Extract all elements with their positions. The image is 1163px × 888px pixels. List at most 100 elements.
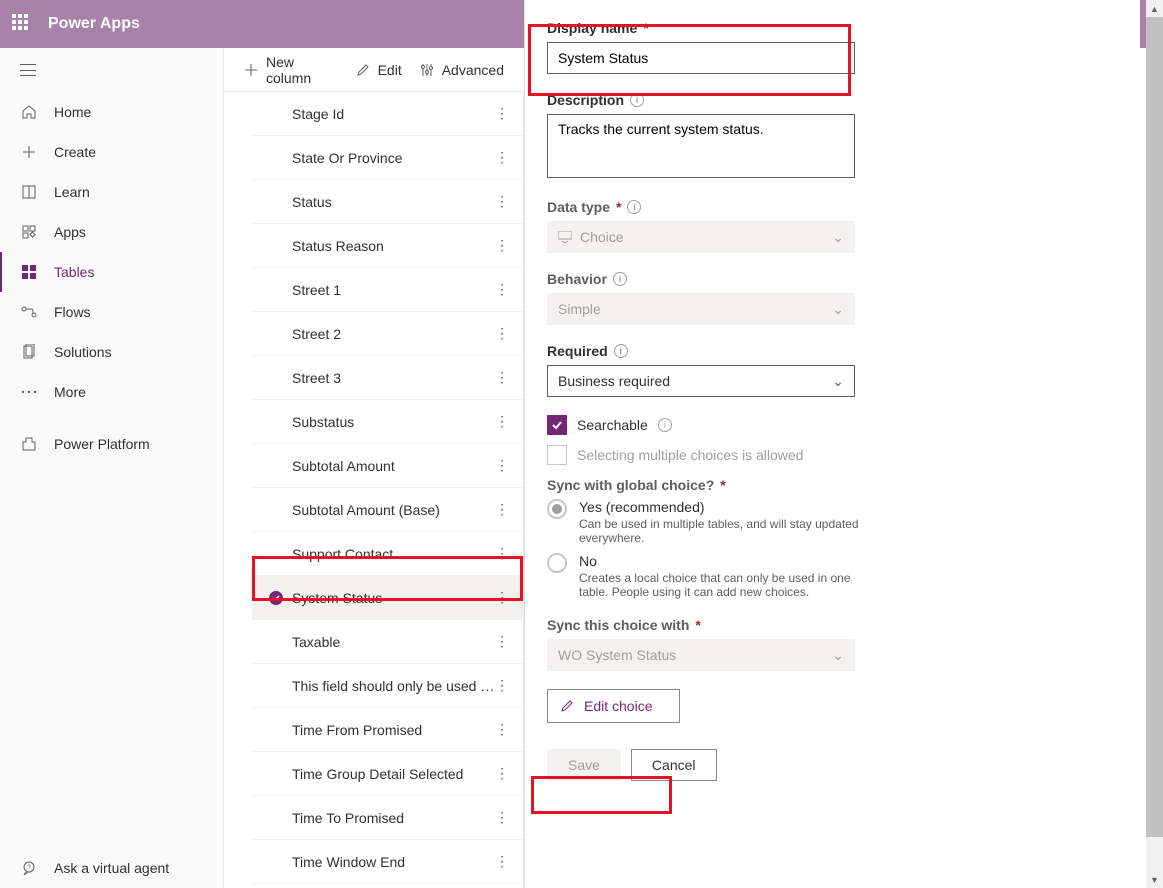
row-menu-icon[interactable]: ⋮ xyxy=(495,765,511,782)
pencil-icon xyxy=(560,699,574,713)
data-type-dropdown: Choice ⌄ xyxy=(547,221,855,253)
column-row[interactable]: Time Window End⋮ xyxy=(252,840,523,884)
info-icon[interactable]: i xyxy=(614,344,628,358)
column-row[interactable]: Support Contact⋮ xyxy=(252,532,523,576)
row-menu-icon[interactable]: ⋮ xyxy=(495,193,511,210)
column-row[interactable]: Substatus⋮ xyxy=(252,400,523,444)
required-dropdown[interactable]: Business required ⌄ xyxy=(547,365,855,397)
row-menu-icon[interactable]: ⋮ xyxy=(495,457,511,474)
column-label: Subtotal Amount xyxy=(292,458,495,474)
sync-yes-radio xyxy=(547,499,567,519)
nav-home[interactable]: Home xyxy=(0,92,223,132)
row-menu-icon[interactable]: ⋮ xyxy=(495,281,511,298)
new-column-button[interactable]: New column xyxy=(244,54,338,86)
column-row[interactable]: Status Reason⋮ xyxy=(252,224,523,268)
waffle-icon[interactable] xyxy=(12,14,32,34)
display-name-input[interactable] xyxy=(547,42,855,74)
column-row[interactable]: Street 3⋮ xyxy=(252,356,523,400)
row-check-icon xyxy=(268,590,292,606)
column-label: State Or Province xyxy=(292,150,495,166)
chevron-down-icon: ⌄ xyxy=(832,647,844,664)
row-menu-icon[interactable]: ⋮ xyxy=(495,633,511,650)
row-menu-icon[interactable]: ⋮ xyxy=(495,237,511,254)
column-row[interactable]: Time To Promised⋮ xyxy=(252,796,523,840)
nav-more[interactable]: More xyxy=(0,372,223,412)
row-menu-icon[interactable]: ⋮ xyxy=(495,677,511,694)
row-menu-icon[interactable]: ⋮ xyxy=(495,501,511,518)
scrollbar-thumb[interactable] xyxy=(1146,17,1163,837)
nav-label: Tables xyxy=(54,264,94,280)
column-label: System Status xyxy=(292,590,495,606)
row-menu-icon[interactable]: ⋮ xyxy=(495,369,511,386)
column-row[interactable]: Time From Promised⋮ xyxy=(252,708,523,752)
column-row[interactable]: Stage Id⋮ xyxy=(252,92,523,136)
row-menu-icon[interactable]: ⋮ xyxy=(495,413,511,430)
column-row[interactable]: Time Window Start⋮ xyxy=(252,884,523,888)
advanced-button[interactable]: Advanced xyxy=(420,62,504,78)
pencil-icon xyxy=(356,63,370,77)
nav-label: More xyxy=(54,384,86,400)
column-label: Time Group Detail Selected xyxy=(292,766,495,782)
svg-text:?: ? xyxy=(27,865,31,871)
scroll-up-icon[interactable]: ▲ xyxy=(1146,0,1163,17)
nav-learn[interactable]: Learn xyxy=(0,172,223,212)
column-label: Substatus xyxy=(292,414,495,430)
scroll-down-icon[interactable]: ▼ xyxy=(1146,871,1163,888)
row-menu-icon[interactable]: ⋮ xyxy=(495,853,511,870)
column-row[interactable]: Time Group Detail Selected⋮ xyxy=(252,752,523,796)
display-name-label: Display name * xyxy=(547,20,1118,36)
nav-ask-agent[interactable]: ? Ask a virtual agent xyxy=(0,848,223,888)
plus-icon xyxy=(244,63,258,77)
info-icon[interactable]: i xyxy=(627,200,641,214)
flow-icon xyxy=(20,304,38,320)
nav-label: Power Platform xyxy=(54,436,150,452)
nav-apps[interactable]: Apps xyxy=(0,212,223,252)
column-label: Street 1 xyxy=(292,282,495,298)
column-label: Time From Promised xyxy=(292,722,495,738)
column-row[interactable]: Street 2⋮ xyxy=(252,312,523,356)
nav-power-platform[interactable]: Power Platform xyxy=(0,424,223,464)
column-row[interactable]: Subtotal Amount⋮ xyxy=(252,444,523,488)
cancel-button[interactable]: Cancel xyxy=(631,749,717,781)
sync-with-label: Sync this choice with * xyxy=(547,617,1118,633)
edit-button[interactable]: Edit xyxy=(356,62,402,78)
column-label: Status xyxy=(292,194,495,210)
nav-label: Ask a virtual agent xyxy=(54,860,169,876)
sync-no-label: No xyxy=(579,553,879,569)
nav-solutions[interactable]: Solutions xyxy=(0,332,223,372)
nav-flows[interactable]: Flows xyxy=(0,292,223,332)
nav-tables[interactable]: Tables xyxy=(0,252,223,292)
column-label: Street 3 xyxy=(292,370,495,386)
column-row[interactable]: Street 1⋮ xyxy=(252,268,523,312)
info-icon[interactable]: i xyxy=(658,418,672,432)
column-row[interactable]: Subtotal Amount (Base)⋮ xyxy=(252,488,523,532)
sync-with-dropdown: WO System Status ⌄ xyxy=(547,639,855,671)
row-menu-icon[interactable]: ⋮ xyxy=(495,545,511,562)
row-menu-icon[interactable]: ⋮ xyxy=(495,589,511,606)
column-label: Time Window End xyxy=(292,854,495,870)
left-nav: Home Create Learn Apps Tables Flows So xyxy=(0,48,224,888)
behavior-dropdown: Simple ⌄ xyxy=(547,293,855,325)
searchable-checkbox[interactable] xyxy=(547,415,567,435)
command-bar: New column Edit Advanced xyxy=(224,48,524,92)
chevron-down-icon: ⌄ xyxy=(832,373,844,390)
column-row[interactable]: This field should only be used to load r… xyxy=(252,664,523,708)
column-row[interactable]: System Status⋮ xyxy=(252,576,523,620)
description-input[interactable] xyxy=(547,114,855,178)
hamburger-button[interactable] xyxy=(0,48,223,92)
row-menu-icon[interactable]: ⋮ xyxy=(495,721,511,738)
multi-checkbox xyxy=(547,445,567,465)
row-menu-icon[interactable]: ⋮ xyxy=(495,149,511,166)
info-icon[interactable]: i xyxy=(630,93,644,107)
column-row[interactable]: State Or Province⋮ xyxy=(252,136,523,180)
column-row[interactable]: Taxable⋮ xyxy=(252,620,523,664)
column-row[interactable]: Status⋮ xyxy=(252,180,523,224)
info-icon[interactable]: i xyxy=(613,272,627,286)
vertical-scrollbar[interactable]: ▲ ▼ xyxy=(1146,0,1163,888)
row-menu-icon[interactable]: ⋮ xyxy=(495,325,511,342)
sync-no-radio xyxy=(547,553,567,573)
row-menu-icon[interactable]: ⋮ xyxy=(495,809,511,826)
nav-create[interactable]: Create xyxy=(0,132,223,172)
edit-choice-button[interactable]: Edit choice xyxy=(547,689,680,723)
row-menu-icon[interactable]: ⋮ xyxy=(495,105,511,122)
